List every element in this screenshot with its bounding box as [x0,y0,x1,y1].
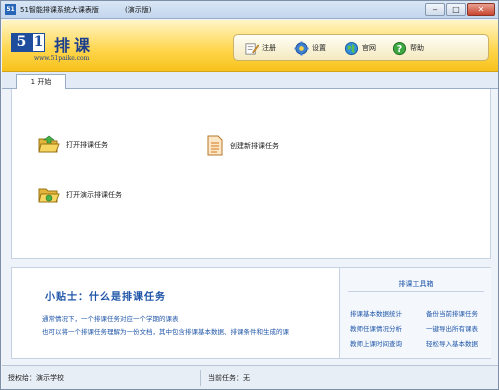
app-logo-icon: 51 [5,4,16,15]
close-button[interactable]: ✕ [467,3,495,16]
open-task-link[interactable]: 打开排课任务 [38,135,108,155]
window-title: 51智能排课系统大课表版 [20,6,99,14]
licensee-status: 授权给：演示学校 [8,374,64,382]
tips-title: 小贴士：什么是排课任务 [45,292,166,303]
open-demo-task-link[interactable]: 打开演示排课任务 [38,185,122,205]
tab-start[interactable]: 1 开始 [16,74,66,90]
toolbox-divider [348,291,484,292]
register-button[interactable]: 注册 [244,39,276,57]
open-demo-task-label: 打开演示排课任务 [66,191,122,199]
demo-folder-icon [38,188,60,203]
toolbox-link-import[interactable]: 轻松导入基本数据 [426,338,478,348]
tips-line-1: 通常情况下，一个排课任务对应一个学期的课表 [42,315,179,323]
toolbox-panel: 排课工具箱 排课基本数据统计 备份当前排课任务 教师任课情况分析 一键导出所有课… [339,268,491,358]
logo-name: 排课 [54,36,95,55]
open-folder-icon [38,135,60,153]
website-button[interactable]: 官网 [344,39,376,57]
logo-url: www.51paike.com [34,55,90,62]
minimize-button[interactable]: ‒ [425,3,445,16]
tips-panel: 小贴士：什么是排课任务 通常情况下，一个排课任务对应一个学期的课表 也可以将一个… [11,267,491,359]
globe-icon [344,41,359,55]
open-task-label: 打开排课任务 [66,141,108,149]
new-document-icon [207,135,223,156]
register-pencil-icon [245,42,259,55]
toolbox-title: 排课工具箱 [398,280,434,288]
maximize-button[interactable]: □ [446,3,466,16]
status-divider [200,370,201,386]
help-button[interactable]: ? 帮助 [392,39,424,57]
help-label: 帮助 [410,44,424,52]
toolbox-link-teacher-analysis[interactable]: 教师任课情况分析 [350,323,402,333]
create-task-label: 创建新排课任务 [230,141,279,150]
start-panel: 打开排课任务 创建新排课任务 打开演示排课任务 [11,89,491,259]
toolbox-link-teacher-schedule[interactable]: 教师上课时间查询 [350,338,402,348]
register-label: 注册 [262,44,276,52]
svg-text:?: ? [397,43,402,54]
logo-five-mark: 5 [11,33,32,52]
gear-icon [294,40,309,56]
main-window: 51 51智能排课系统大课表版 (演示版) ‒ □ ✕ 5 1 排课 www.5… [0,0,499,390]
window-edition: (演示版) [125,6,152,14]
website-label: 官网 [362,44,376,52]
settings-label: 设置 [312,44,326,52]
tab-strip: 1 开始 [2,72,498,90]
toolbox-link-export-all[interactable]: 一键导出所有课表 [426,323,478,333]
current-task-status: 当前任务：无 [208,374,250,382]
status-bar: 授权给：演示学校 当前任务：无 [2,365,498,389]
settings-button[interactable]: 设置 [294,39,326,57]
logo-one-mark: 1 [32,33,45,52]
create-task-link[interactable]: 创建新排课任务 [206,135,279,156]
title-bar[interactable]: 51 51智能排课系统大课表版 (演示版) ‒ □ ✕ [1,1,498,19]
tips-line-2: 也可以将一个排课任务理解为一份文档，其中包含排课基本数据、排课条件和生成的课 [42,328,289,336]
header-toolbar: 注册 设置 官网 ? 帮助 [233,34,489,61]
help-question-icon: ? [392,41,407,55]
toolbox-link-backup[interactable]: 备份当前排课任务 [426,308,478,318]
header-banner: 5 1 排课 www.51paike.com 注册 设置 官网 ? 帮助 [2,20,498,72]
toolbox-link-stats[interactable]: 排课基本数据统计 [350,308,402,318]
